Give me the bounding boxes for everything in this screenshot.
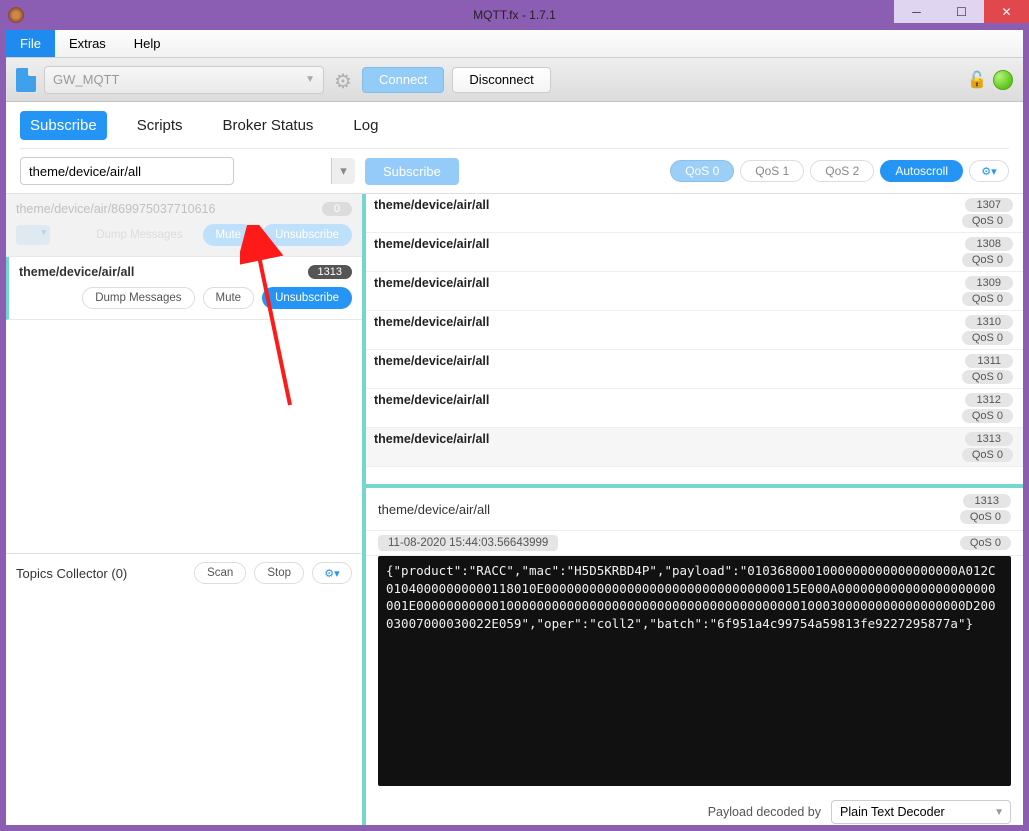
decoder-label: Payload decoded by (708, 805, 821, 819)
topic-input[interactable] (20, 157, 234, 185)
message-qos-badge: QoS 0 (962, 370, 1013, 384)
topics-collector-options-button[interactable]: ⚙▾ (312, 562, 352, 584)
message-qos-badge: QoS 0 (962, 409, 1013, 423)
lock-open-icon: 🔓 (967, 70, 987, 90)
tab-log[interactable]: Log (343, 111, 388, 140)
close-button[interactable]: ✕ (984, 0, 1029, 23)
subscription-color-select[interactable] (16, 225, 50, 245)
subscription-topic: theme/device/air/869975037710616 (16, 202, 215, 216)
message-id-badge: 1313 (965, 432, 1013, 446)
menu-bar: File Extras Help (6, 30, 1023, 58)
message-row[interactable]: theme/device/air/all1311QoS 0 (366, 350, 1023, 389)
dump-messages-button[interactable]: Dump Messages (84, 224, 194, 246)
options-button[interactable]: ⚙▾ (969, 160, 1009, 182)
detail-qos-badge: QoS 0 (960, 510, 1011, 524)
message-row[interactable]: theme/device/air/all1307QoS 0 (366, 194, 1023, 233)
unsubscribe-button[interactable]: Unsubscribe (262, 287, 352, 309)
message-id-badge: 1311 (965, 354, 1013, 368)
message-id-badge: 1309 (965, 276, 1013, 290)
window-title: MQTT.fx - 1.7.1 (473, 8, 556, 22)
title-bar: MQTT.fx - 1.7.1 ─ ☐ ✕ (0, 0, 1029, 30)
subscribe-button[interactable]: Subscribe (365, 158, 459, 185)
connect-button[interactable]: Connect (362, 67, 444, 93)
subscribe-toolbar: ▾ Subscribe QoS 0 QoS 1 QoS 2 Autoscroll… (6, 149, 1023, 193)
tab-broker-status[interactable]: Broker Status (213, 111, 324, 140)
qos0-pill[interactable]: QoS 0 (670, 160, 734, 182)
mute-button[interactable]: Mute (203, 224, 255, 246)
maximize-button[interactable]: ☐ (939, 0, 984, 23)
qos1-pill[interactable]: QoS 1 (740, 160, 804, 182)
payload-view[interactable]: {"product":"RACC","mac":"H5D5KRBD4P","pa… (378, 556, 1011, 786)
profile-select[interactable]: GW_MQTT ▼ (44, 66, 324, 94)
detail-subheader: 11-08-2020 15:44:03.56643999 QoS 0 (366, 531, 1023, 556)
message-row[interactable]: theme/device/air/all1310QoS 0 (366, 311, 1023, 350)
message-id-badge: 1308 (965, 237, 1013, 251)
subscription-topic: theme/device/air/all (19, 265, 134, 279)
message-row[interactable]: theme/device/air/all1312QoS 0 (366, 389, 1023, 428)
message-list[interactable]: theme/device/air/all1307QoS 0 theme/devi… (366, 194, 1023, 484)
connection-bar: GW_MQTT ▼ ⚙ Connect Disconnect 🔓 (6, 58, 1023, 102)
message-qos-badge: QoS 0 (962, 214, 1013, 228)
subscription-item[interactable]: theme/device/air/869975037710616 0 Dump … (6, 194, 362, 257)
message-qos-badge: QoS 0 (962, 253, 1013, 267)
decoder-select[interactable]: Plain Text Decoder ▼ (831, 800, 1011, 824)
detail-topic: theme/device/air/all (378, 502, 960, 517)
message-qos-badge: QoS 0 (962, 448, 1013, 462)
menu-help[interactable]: Help (120, 30, 175, 57)
menu-file[interactable]: File (6, 30, 55, 57)
profile-doc-icon (16, 68, 36, 92)
main-tabs: Subscribe Scripts Broker Status Log (6, 102, 1023, 148)
qos2-pill[interactable]: QoS 2 (810, 160, 874, 182)
scan-button[interactable]: Scan (194, 562, 246, 584)
subscription-count: 1313 (308, 265, 352, 279)
message-qos-badge: QoS 0 (962, 292, 1013, 306)
tab-scripts[interactable]: Scripts (127, 111, 193, 140)
chevron-down-icon: ▼ (994, 807, 1004, 818)
subscription-count: 0 (322, 202, 352, 216)
dump-messages-button[interactable]: Dump Messages (82, 287, 194, 309)
message-qos-badge: QoS 0 (962, 331, 1013, 345)
disconnect-button[interactable]: Disconnect (452, 67, 550, 93)
app-icon (8, 7, 24, 23)
topic-dropdown-button[interactable]: ▾ (331, 158, 355, 184)
detail-id-badge: 1313 (963, 494, 1011, 508)
subscriptions-panel: theme/device/air/869975037710616 0 Dump … (6, 194, 366, 825)
profile-value: GW_MQTT (53, 72, 119, 87)
stop-button[interactable]: Stop (254, 562, 304, 584)
message-row[interactable]: theme/device/air/all1308QoS 0 (366, 233, 1023, 272)
gear-icon[interactable]: ⚙ (332, 69, 354, 91)
message-id-badge: 1312 (965, 393, 1013, 407)
topics-collector-bar: Topics Collector (0) Scan Stop ⚙▾ (6, 553, 362, 592)
message-id-badge: 1310 (965, 315, 1013, 329)
message-row[interactable]: theme/device/air/all1309QoS 0 (366, 272, 1023, 311)
detail-footer: Payload decoded by Plain Text Decoder ▼ (366, 794, 1023, 825)
chevron-down-icon: ▼ (305, 74, 315, 85)
detail-header: theme/device/air/all 1313 QoS 0 (366, 484, 1023, 531)
minimize-button[interactable]: ─ (894, 0, 939, 23)
tab-subscribe[interactable]: Subscribe (20, 111, 107, 140)
message-row[interactable]: theme/device/air/all1313QoS 0 (366, 428, 1023, 467)
autoscroll-pill[interactable]: Autoscroll (880, 160, 963, 182)
menu-extras[interactable]: Extras (55, 30, 120, 57)
detail-qos-badge-2: QoS 0 (960, 536, 1011, 550)
message-id-badge: 1307 (965, 198, 1013, 212)
detail-timestamp: 11-08-2020 15:44:03.56643999 (378, 535, 558, 551)
subscription-item[interactable]: theme/device/air/all 1313 Dump Messages … (6, 257, 362, 320)
topics-collector-title: Topics Collector (0) (16, 566, 127, 581)
unsubscribe-button[interactable]: Unsubscribe (262, 224, 352, 246)
mute-button[interactable]: Mute (203, 287, 255, 309)
connection-status-indicator (993, 70, 1013, 90)
